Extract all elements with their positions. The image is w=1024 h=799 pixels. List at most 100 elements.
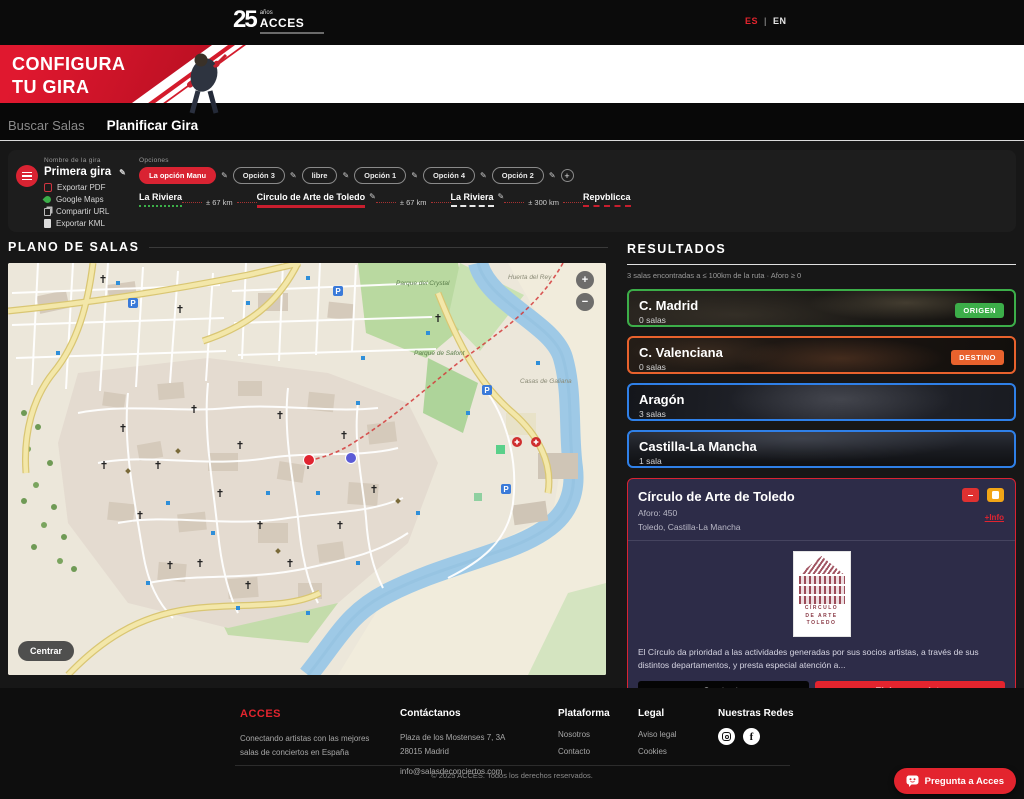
svg-text:P: P [335,287,341,296]
edit-venue-icon[interactable]: ✎ [498,192,505,201]
map-title: PLANO DE SALAS [8,240,139,254]
edit-tour-name-icon[interactable]: ✎ [119,168,126,177]
map-zoom-out-button[interactable]: − [576,293,594,311]
region-card-valenciana[interactable]: C. Valenciana 0 salas DESTINO [627,336,1016,374]
venue-card-divider [628,540,1015,541]
venue-logo-roof [800,556,844,574]
venue-location: Toledo, Castilla-La Mancha [638,522,1005,532]
footer-address-1: Plaza de los Mostenses 7, 3A [400,731,565,745]
ask-acces-button[interactable]: Pregunta a Acces [894,768,1016,794]
footer: ACCES Conectando artistas con las mejore… [0,688,1024,799]
bookmark-venue-button[interactable] [987,488,1004,502]
region-card-aragon[interactable]: Aragón 3 salas [627,383,1016,421]
venue-card: Círculo de Arte de Toledo Aforo: 450 Tol… [627,478,1016,714]
svg-text:P: P [484,386,490,395]
tab-buscar-salas[interactable]: Buscar Salas [8,118,85,133]
route-strip: La Riviera ± 67 km Circulo de Arte de To… [139,192,529,208]
instagram-icon [722,732,731,741]
footer-contact-title: Contáctanos [400,708,565,719]
hero-banner: CONFIGURA TU GIRA [0,45,1024,103]
tour-config-panel: Nombre de la gira Primera gira ✎ Exporta… [8,150,1016,232]
edit-option-icon[interactable]: ✎ [411,171,418,180]
tour-name-label: Nombre de la gira [44,157,139,164]
route-leg: ± 300 km [504,198,583,207]
footer-copyright: © 2025 ACCES. Todos los derechos reserva… [0,771,1024,780]
edit-option-icon[interactable]: ✎ [342,171,349,180]
pdf-icon [44,183,52,192]
options-label: Opciones [139,157,999,164]
bookmark-icon [992,491,999,499]
destination-badge: DESTINO [951,350,1004,365]
tour-name: Primera gira [44,166,111,178]
map-pin-icon [43,195,53,205]
tab-strip: Buscar Salas Planificar Gira [0,103,1024,141]
footer-link-contacto[interactable]: Contacto [558,747,610,756]
route-venue[interactable]: La Riviera [451,192,494,207]
svg-text:Casas de Galiana: Casas de Galiana [520,378,572,385]
svg-text:Parque del Crystal: Parque del Crystal [396,280,450,287]
banner-title: CONFIGURA TU GIRA [12,53,126,98]
results-title: RESULTADOS [627,242,726,256]
export-pdf-button[interactable]: Exportar PDF [44,183,139,192]
venue-name: Círculo de Arte de Toledo [638,489,1005,504]
edit-option-icon[interactable]: ✎ [480,171,487,180]
copy-icon [44,208,51,216]
map-zoom-in-button[interactable]: + [576,271,594,289]
venue-info-link[interactable]: +Info [985,513,1004,522]
footer-brand: ACCES [240,708,390,720]
route-leg: ± 67 km [376,198,451,207]
instagram-button[interactable] [718,728,735,745]
google-maps-button[interactable]: Google Maps [44,195,139,204]
region-card-castilla[interactable]: Castilla-La Mancha 1 sala [627,430,1016,468]
route-venue-origin[interactable]: La Riviera [139,192,182,207]
svg-text:Huerta del Rey: Huerta del Rey [508,274,552,281]
route-venue-destination[interactable]: Repvblicca [583,192,631,207]
lang-es[interactable]: ES [745,16,758,26]
facebook-button[interactable]: f [743,728,760,745]
logo-name: ACCES [260,17,324,29]
edit-option-icon[interactable]: ✎ [549,171,556,180]
map-center-button[interactable]: Centrar [18,641,74,661]
route-venue[interactable]: Circulo de Arte de Toledo [257,192,366,208]
facebook-icon: f [750,731,754,743]
footer-link-nosotros[interactable]: Nosotros [558,730,610,739]
map-title-rule [149,247,608,248]
map-canvas: P P P P [8,263,606,675]
svg-text:P: P [130,299,136,308]
venue-logo: CÍRCULO DE ARTE TOLEDO [793,551,851,637]
footer-address-2: 28015 Madrid [400,745,565,759]
tab-planificar-gira[interactable]: Planificar Gira [107,118,199,133]
region-card-madrid[interactable]: C. Madrid 0 salas ORIGEN [627,289,1016,327]
chat-icon [906,775,919,787]
venue-marker-blue[interactable] [346,453,357,464]
venue-map[interactable]: P P P P [8,263,606,675]
venue-description: El Círculo da prioridad a las actividade… [638,646,1005,672]
option-pill-active[interactable]: La opción Manu [139,167,216,184]
option-pill[interactable]: Opción 1 [354,167,406,184]
footer-link-cookies[interactable]: Cookies [638,747,677,756]
svg-text:P: P [503,485,509,494]
file-icon [44,219,51,228]
option-pill[interactable]: libre [302,167,338,184]
logo-tagline [260,32,324,34]
venue-marker-red[interactable] [304,455,315,466]
export-kml-button[interactable]: Exportar KML [44,219,139,228]
footer-link-aviso-legal[interactable]: Aviso legal [638,730,677,739]
add-option-button[interactable]: + [561,169,574,182]
guitarist-photo [170,45,240,117]
page: 25 años ACCES ES | EN CONFIGURA TU GIRA [0,0,1024,799]
option-pill[interactable]: Opción 2 [492,167,544,184]
results-section: RESULTADOS 3 salas encontradas a ≤ 100km… [627,240,1016,714]
route-leg: ± 67 km [182,198,257,207]
remove-venue-button[interactable]: – [962,488,979,502]
edit-option-icon[interactable]: ✎ [290,171,297,180]
acces-logo[interactable]: 25 años ACCES [233,7,324,34]
share-url-button[interactable]: Compartir URL [44,207,139,216]
tour-list-icon[interactable] [16,165,38,187]
edit-option-icon[interactable]: ✎ [221,171,228,180]
lang-divider: | [764,16,767,26]
lang-en[interactable]: EN [773,16,787,26]
option-pill[interactable]: Opción 3 [233,167,285,184]
option-pill[interactable]: Opción 4 [423,167,475,184]
edit-venue-icon[interactable]: ✎ [369,192,376,201]
